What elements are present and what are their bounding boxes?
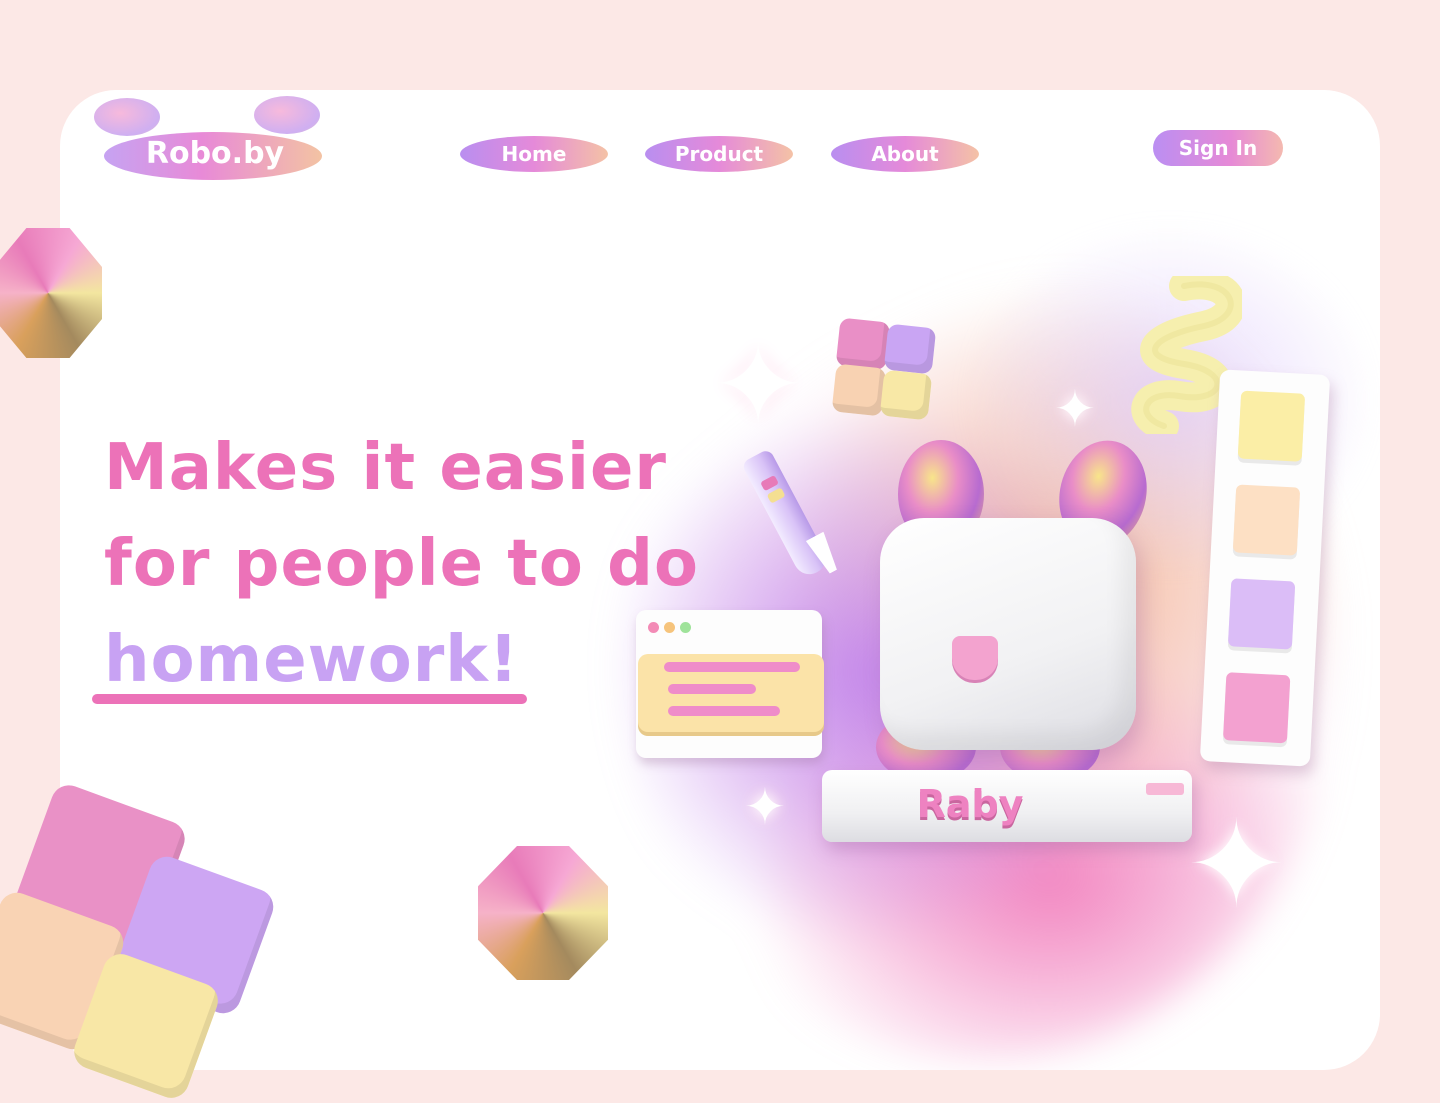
- red-dot-icon: [648, 622, 659, 633]
- sparkle-icon: ✦: [712, 321, 805, 449]
- signin-button[interactable]: Sign In: [1153, 130, 1283, 166]
- window-content-panel: [638, 654, 824, 732]
- hero-headline: Makes it easier for people to do homewor…: [92, 420, 724, 708]
- swatch-peach: [1232, 484, 1301, 556]
- small-cube-peach: [831, 363, 887, 417]
- logo-ear-left: [94, 98, 160, 136]
- base-badge: [1146, 783, 1184, 795]
- nav-home[interactable]: Home: [460, 136, 608, 172]
- sparkle-icon: ✦: [1186, 796, 1287, 935]
- small-cube-lavender: [883, 323, 937, 375]
- content-line: [664, 662, 800, 672]
- brand-logo[interactable]: Robo.by: [94, 96, 330, 188]
- highlight-word: homework!: [104, 623, 520, 697]
- logo-text: Robo.by: [145, 136, 285, 171]
- swatch-lavender: [1227, 578, 1296, 650]
- nav-about[interactable]: About: [831, 136, 979, 172]
- green-dot-icon: [680, 622, 691, 633]
- content-line: [668, 706, 780, 716]
- headline-line-3: homework!: [92, 612, 724, 708]
- yellow-dot-icon: [664, 622, 675, 633]
- headline-line-1: Makes it easier: [104, 431, 667, 505]
- browser-window-card: [636, 610, 824, 758]
- logo-ear-right: [254, 96, 320, 134]
- swatch-yellow: [1237, 390, 1306, 462]
- palette-strip: [1199, 369, 1331, 767]
- sparkle-icon: ✦: [1054, 380, 1096, 438]
- sparkle-icon: ✦: [744, 778, 786, 836]
- headline-line-2: for people to do: [104, 527, 699, 601]
- swatch-pink: [1222, 672, 1291, 744]
- small-cube-yellow: [879, 369, 933, 421]
- nav-product[interactable]: Product: [645, 136, 793, 172]
- robot-mouth: [952, 636, 998, 680]
- small-cube-pink: [835, 317, 891, 371]
- product-name: Raby: [916, 782, 1024, 826]
- highlight-wrapper: homework!: [92, 612, 528, 708]
- robot-body: [880, 518, 1136, 750]
- content-line: [668, 684, 756, 694]
- pen-button-yellow: [766, 487, 786, 504]
